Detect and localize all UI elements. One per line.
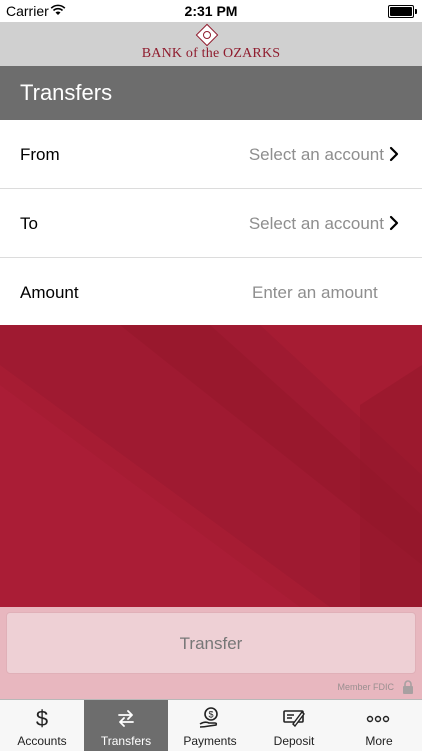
chevron-right-icon	[389, 146, 399, 162]
brand-bar: BANK of the OZARKS	[0, 22, 422, 66]
from-account-row[interactable]: From Select an account	[0, 120, 422, 189]
more-dots-icon	[366, 715, 390, 723]
to-label: To	[20, 214, 38, 233]
from-label: From	[20, 145, 60, 164]
tab-payments[interactable]: $ Payments	[168, 700, 252, 751]
tab-label: Transfers	[100, 734, 152, 748]
status-time: 2:31 PM	[184, 3, 238, 19]
amount-input[interactable]: Enter an amount	[252, 283, 378, 303]
tab-label: More	[365, 734, 393, 748]
svg-text:$: $	[208, 710, 213, 720]
hand-dollar-icon: $	[199, 707, 218, 728]
lock-icon	[403, 680, 413, 694]
tab-deposit[interactable]: Deposit	[252, 700, 336, 751]
page-title: Transfers	[20, 80, 113, 105]
transfer-arrows-icon	[118, 710, 134, 727]
background-graphic	[0, 325, 422, 607]
member-fdic-label: Member FDIC	[337, 682, 394, 692]
chevron-right-icon	[389, 215, 399, 231]
to-account-row[interactable]: To Select an account	[0, 189, 422, 258]
transfer-button[interactable]: Transfer	[6, 612, 416, 674]
bank-logo-text: BANK of the OZARKS	[141, 46, 281, 61]
tab-transfers[interactable]: Transfers	[84, 700, 168, 751]
diagonal-pattern	[0, 325, 422, 607]
tab-bar: $ Accounts Transfers $ Payments Deposit	[0, 699, 422, 751]
transfer-form: From Select an account To Select an acco…	[0, 120, 422, 327]
from-account-value: Select an account	[248, 145, 384, 164]
battery-icon	[388, 5, 417, 18]
check-deposit-icon	[283, 710, 305, 728]
tab-label: Payments	[183, 734, 237, 748]
action-area: Transfer Member FDIC	[0, 607, 422, 699]
tab-label: Deposit	[273, 734, 315, 748]
dollar-icon: $	[36, 706, 48, 730]
svg-text:$: $	[36, 706, 48, 730]
to-account-value: Select an account	[248, 214, 384, 233]
tab-accounts[interactable]: $ Accounts	[0, 700, 84, 751]
tab-label: Accounts	[17, 734, 67, 748]
page-header: Transfers	[0, 66, 422, 120]
amount-label: Amount	[20, 283, 79, 302]
amount-row[interactable]: Amount Enter an amount	[0, 258, 422, 327]
status-bar: Carrier 2:31 PM	[0, 0, 422, 22]
tab-more[interactable]: More	[336, 700, 422, 751]
bank-logo-icon	[195, 23, 219, 47]
